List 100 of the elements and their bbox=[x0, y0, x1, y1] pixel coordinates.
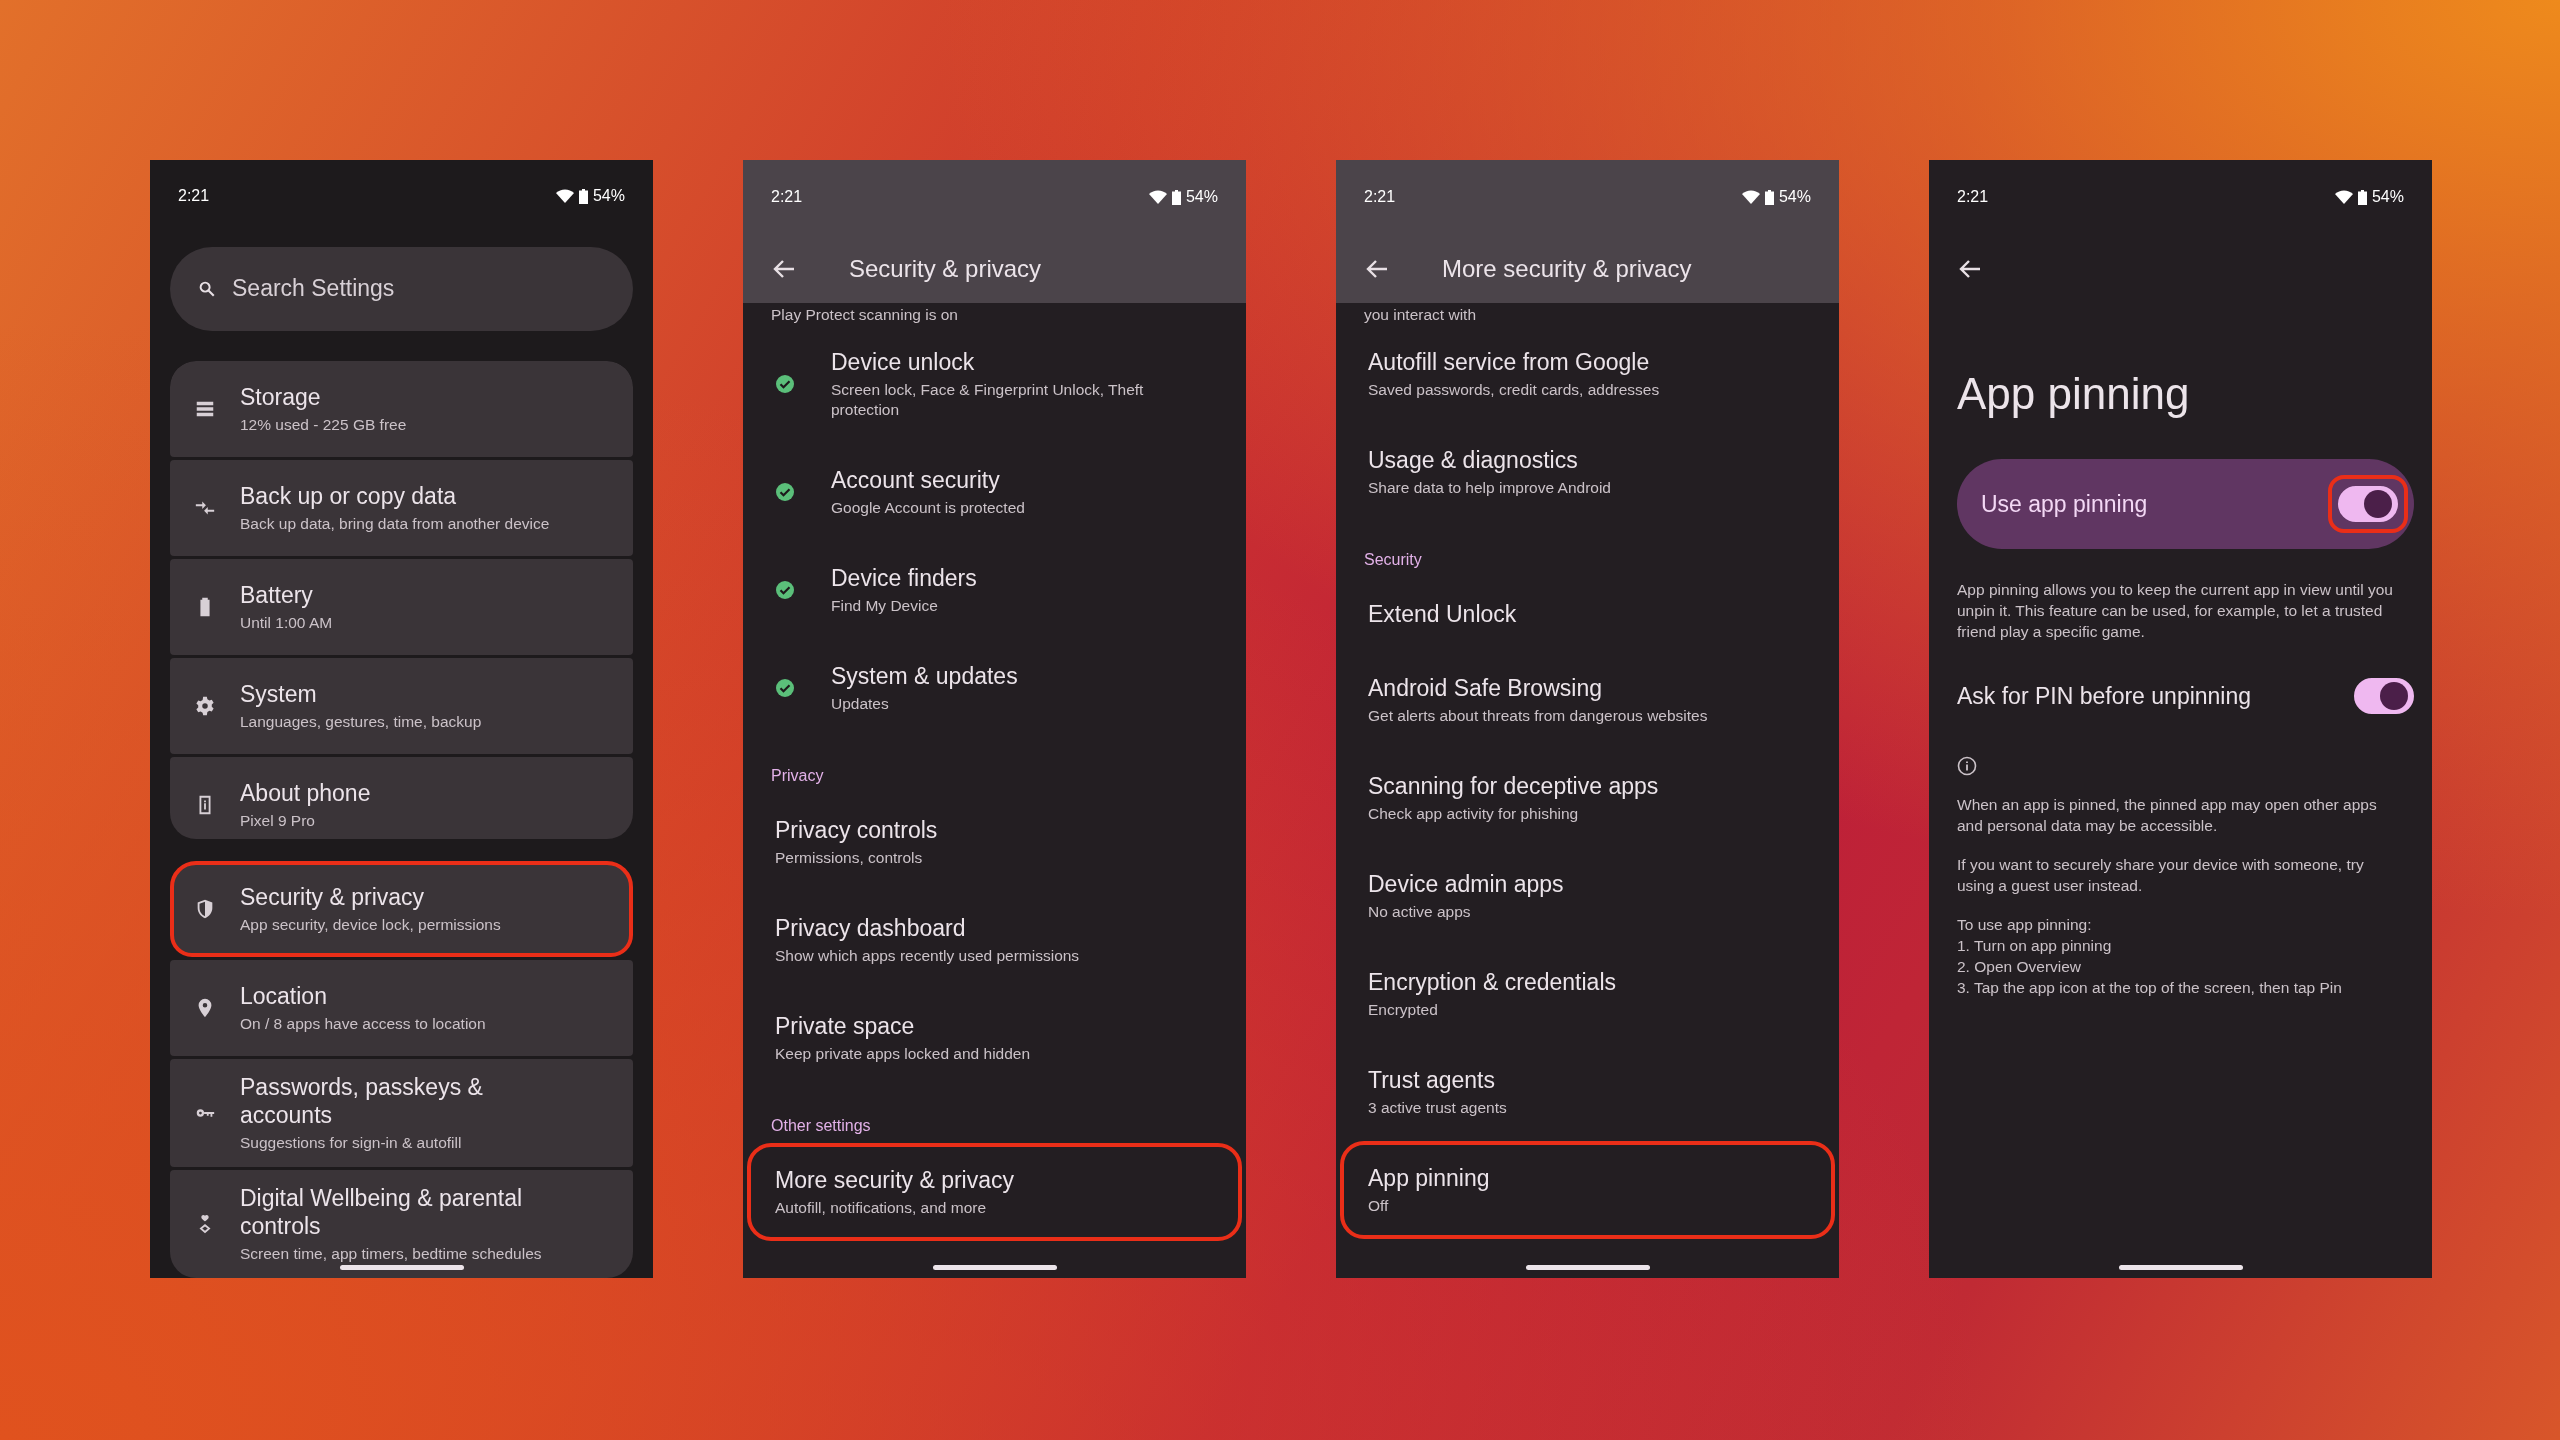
settings-item[interactable]: Account security Google Account is protected bbox=[747, 443, 1242, 541]
item-title: App pinning bbox=[1368, 1164, 1490, 1192]
item-title: Device finders bbox=[831, 564, 977, 592]
item-subtitle: 3 active trust agents bbox=[1368, 1098, 1507, 1118]
item-subtitle: Updates bbox=[831, 694, 890, 714]
item-title: Extend Unlock bbox=[1368, 600, 1517, 628]
settings-item[interactable]: Digital Wellbeing & parental controls Screen time, app timers, bedtime schedules bbox=[170, 1170, 633, 1278]
item-subtitle: Back up data, bring data from another device bbox=[240, 513, 550, 534]
toggle-switch[interactable] bbox=[2338, 486, 2398, 522]
item-title: Battery bbox=[240, 580, 314, 609]
status-time: 2:21 bbox=[771, 188, 803, 206]
battery-icon bbox=[1764, 189, 1774, 205]
item-subtitle: Keep private apps locked and hidden bbox=[775, 1044, 1031, 1064]
section-header: Other settings bbox=[770, 1116, 872, 1136]
battery-icon bbox=[1171, 189, 1181, 205]
item-title: System bbox=[240, 679, 318, 708]
settings-item[interactable]: Device finders Find My Device bbox=[747, 541, 1242, 639]
item-subtitle: 12% used - 225 GB free bbox=[240, 414, 407, 435]
settings-item[interactable]: Autofill service from Google Saved passwords, credit cards, addresses bbox=[1340, 325, 1835, 423]
settings-item[interactable]: Scanning for deceptive apps Check app activity for phishing bbox=[1340, 749, 1835, 847]
settings-item[interactable]: Location On / 8 apps have access to location bbox=[170, 960, 633, 1056]
item-subtitle: Check app activity for phishing bbox=[1368, 804, 1580, 824]
settings-item[interactable]: Device unlock Screen lock, Face & Fingerprint Unlock, Theft protection bbox=[747, 325, 1242, 443]
note-text: When an app is pinned, the pinned app may open other apps and personal data may be accessible. bbox=[1957, 795, 2378, 836]
wifi-icon bbox=[2334, 190, 2353, 204]
settings-item[interactable]: Passwords, passkeys & accounts Suggestions for sign-in & autofill bbox=[170, 1059, 633, 1167]
note-text: To use app pinning: 1. Turn on app pinning 2. Open Overview 3. Tap the app icon at the top of the screen, then tap Pin bbox=[1957, 915, 2343, 998]
item-title: System & updates bbox=[831, 662, 1018, 690]
settings-item[interactable]: App pinning Off bbox=[1340, 1141, 1835, 1239]
status-time: 2:21 bbox=[178, 187, 210, 206]
item-title: Scanning for deceptive apps bbox=[1368, 772, 1659, 800]
settings-item[interactable]: Private space Keep private apps locked and hidden bbox=[747, 989, 1242, 1087]
item-subtitle: Screen time, app timers, bedtime schedules bbox=[240, 1244, 543, 1264]
item-title: Security & privacy bbox=[240, 883, 426, 911]
item-subtitle: Share data to help improve Android bbox=[1368, 478, 1611, 498]
settings-item[interactable]: More security & privacy Autofill, notifications, and more bbox=[747, 1143, 1242, 1241]
item-subtitle: Autofill, notifications, and more bbox=[775, 1198, 988, 1218]
item-title: Android Safe Browsing bbox=[1368, 674, 1603, 702]
item-subtitle: Get alerts about threats from dangerous websites bbox=[1368, 706, 1708, 726]
description-text: App pinning allows you to keep the current app in view until you unpin it. This feature can be used, for example, to let a trusted friend play a specific game. bbox=[1957, 580, 2394, 642]
back-arrow-icon[interactable] bbox=[1959, 258, 1981, 279]
back-arrow-icon[interactable] bbox=[773, 258, 795, 279]
main-switch-card[interactable]: Use app pinning bbox=[1957, 459, 2414, 549]
note-text: If you want to securely share your device with someone, try using a guest user instead. bbox=[1957, 855, 2365, 896]
app-bar-title: More security & privacy bbox=[1442, 254, 1692, 283]
item-title: Autofill service from Google bbox=[1368, 348, 1651, 376]
item-subtitle: Permissions, controls bbox=[775, 848, 924, 868]
settings-item[interactable]: System Languages, gestures, time, backup bbox=[170, 657, 633, 754]
item-subtitle: No active apps bbox=[1368, 902, 1472, 922]
item-title: Passwords, passkeys & accounts bbox=[240, 1073, 484, 1129]
item-subtitle: Show which apps recently used permissions bbox=[775, 946, 1080, 966]
wifi-icon bbox=[1148, 190, 1167, 204]
item-title: Privacy controls bbox=[775, 816, 938, 844]
item-title: About phone bbox=[240, 778, 371, 807]
wifi-icon bbox=[1741, 190, 1760, 204]
status-time: 2:21 bbox=[1364, 188, 1396, 206]
battery-percent: 54% bbox=[2371, 188, 2404, 206]
settings-item[interactable]: Encryption & credentials Encrypted bbox=[1340, 945, 1835, 1043]
settings-item[interactable]: Trust agents 3 active trust agents bbox=[1340, 1043, 1835, 1141]
item-title: Trust agents bbox=[1368, 1066, 1496, 1094]
item-subtitle: you interact with bbox=[1363, 305, 1477, 325]
item-title: Digital Wellbeing & parental controls bbox=[240, 1184, 524, 1240]
back-arrow-icon[interactable] bbox=[1366, 258, 1388, 279]
settings-item[interactable]: About phone Pixel 9 Pro bbox=[170, 756, 633, 839]
battery-icon bbox=[2357, 189, 2367, 205]
search-field[interactable]: Search Settings bbox=[170, 246, 633, 331]
battery-percent: 54% bbox=[1185, 188, 1218, 206]
item-title: Account security bbox=[831, 466, 1001, 494]
item-title: Private space bbox=[775, 1012, 916, 1040]
item-subtitle: Until 1:00 AM bbox=[240, 612, 333, 633]
settings-item[interactable]: Privacy dashboard Show which apps recently used permissions bbox=[747, 891, 1242, 989]
item-title: Device unlock bbox=[831, 348, 976, 376]
settings-item[interactable]: Security & privacy App security, device lock, permissions bbox=[170, 861, 633, 957]
settings-item[interactable]: Storage 12% used - 225 GB free bbox=[170, 360, 633, 457]
item-title: More security & privacy bbox=[775, 1166, 1014, 1194]
page-title: App pinning bbox=[1957, 369, 2191, 419]
info-icon bbox=[1957, 756, 1977, 776]
status-time: 2:21 bbox=[1957, 188, 1989, 206]
toggle-switch[interactable] bbox=[2354, 678, 2414, 714]
battery-percent: 54% bbox=[592, 187, 625, 206]
settings-item[interactable]: Privacy controls Permissions, controls bbox=[747, 793, 1242, 891]
settings-item[interactable]: Usage & diagnostics Share data to help improve Android bbox=[1340, 423, 1835, 521]
item-title: Device admin apps bbox=[1368, 870, 1564, 898]
item-title: Back up or copy data bbox=[240, 481, 458, 510]
switch-label: Use app pinning bbox=[1981, 490, 2148, 518]
item-subtitle: Find My Device bbox=[831, 596, 939, 616]
settings-item[interactable]: Android Safe Browsing Get alerts about threats from dangerous websites bbox=[1340, 651, 1835, 749]
item-subtitle: On / 8 apps have access to location bbox=[240, 1014, 486, 1034]
item-title: Location bbox=[240, 982, 328, 1010]
settings-item[interactable]: Device admin apps No active apps bbox=[1340, 847, 1835, 945]
item-title: Encryption & credentials bbox=[1368, 968, 1616, 996]
settings-item[interactable]: Extend Unlock bbox=[1340, 577, 1835, 651]
item-subtitle: Encrypted bbox=[1368, 1000, 1439, 1020]
settings-item[interactable]: Back up or copy data Back up data, bring data from another device bbox=[170, 459, 633, 556]
item-subtitle: App security, device lock, permissions bbox=[240, 915, 501, 935]
section-header: Security bbox=[1363, 550, 1423, 570]
item-subtitle: Suggestions for sign-in & autofill bbox=[240, 1133, 463, 1153]
settings-item[interactable]: Battery Until 1:00 AM bbox=[170, 558, 633, 655]
settings-item[interactable]: System & updates Updates bbox=[747, 639, 1242, 737]
section-header: Privacy bbox=[770, 766, 825, 786]
